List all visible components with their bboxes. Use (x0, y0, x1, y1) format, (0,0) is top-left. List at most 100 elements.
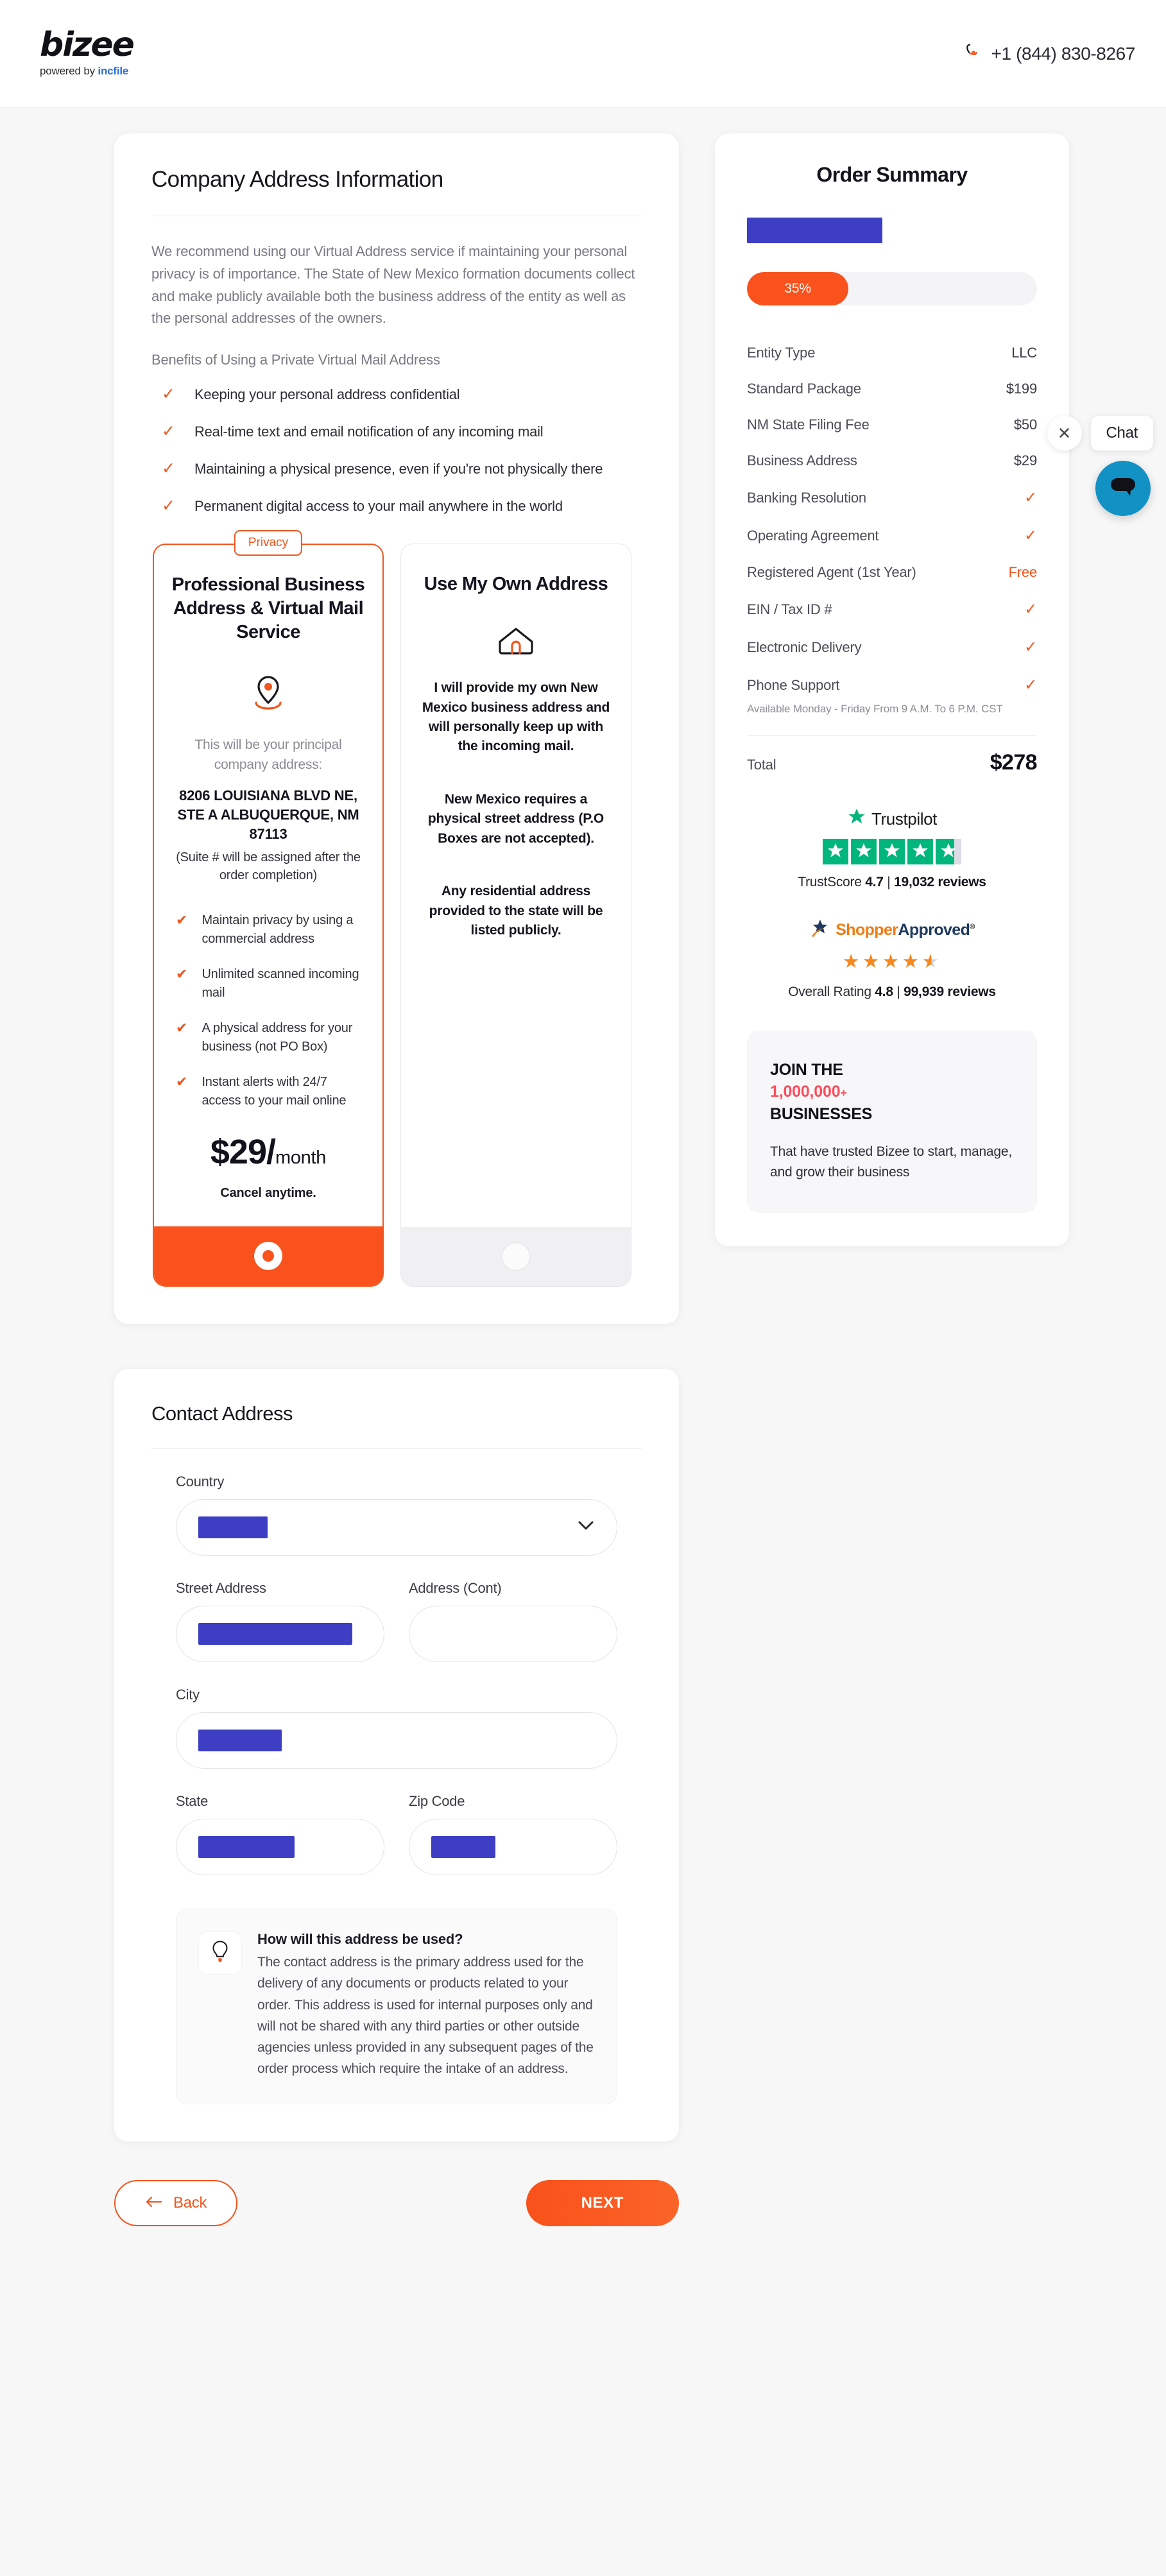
chat-icon (1108, 474, 1138, 503)
zip-code-field: Zip Code (409, 1793, 617, 1876)
contact-address-card: Contact Address Country Street Address A… (114, 1369, 679, 2142)
total-label: Total (747, 756, 776, 773)
order-progress-bar: 35% (747, 272, 1037, 305)
contact-form: Country Street Address Address (Cont) Ci… (151, 1473, 642, 1900)
contact-address-title: Contact Address (151, 1402, 293, 1425)
list-item: ✔ A physical address for your business (… (171, 1019, 366, 1056)
order-total: Total $278 (747, 750, 1038, 775)
join-line-2-plus: + (840, 1086, 847, 1100)
address-cont-input[interactable] (409, 1606, 617, 1663)
trustscore-value: 4.7 (865, 874, 884, 889)
shopper-approved-name: ShopperApproved® (836, 921, 975, 940)
benefit-text: Permanent digital access to your mail an… (194, 498, 563, 514)
join-line-1: JOIN THE (770, 1060, 843, 1079)
city-input[interactable] (176, 1712, 617, 1769)
country-select[interactable] (176, 1499, 617, 1556)
chat-bubble-button[interactable] (1095, 461, 1151, 516)
feature-text: Maintain privacy by using a commercial a… (201, 913, 354, 947)
overall-rating-value: 4.8 (875, 984, 893, 999)
check-icon: ✔ (176, 912, 188, 929)
address-usage-info-box: How will this address be used? The conta… (176, 1909, 617, 2105)
table-row: EIN / Tax ID # ✓ (747, 590, 1037, 628)
table-row: Registered Agent (1st Year) Free (747, 554, 1037, 590)
zip-code-input[interactable] (409, 1819, 617, 1876)
option-virtual-select-footer[interactable] (154, 1226, 382, 1286)
chat-label-button[interactable]: Chat (1090, 416, 1153, 451)
option-virtual-cancel-note: Cancel anytime. (220, 1186, 316, 1201)
table-row: Entity Type LLC (747, 335, 1037, 371)
info-body: The contact address is the primary addre… (257, 1955, 594, 2077)
summary-label: Registered Agent (1st Year) (747, 564, 916, 580)
street-address-value-redacted (198, 1623, 352, 1645)
header-phone[interactable]: +1 (844) 830-8267 (963, 42, 1135, 65)
option-virtual-features: ✔ Maintain privacy by using a commercial… (171, 911, 366, 1110)
check-icon: ✓ (1024, 601, 1037, 618)
order-progress-label: 35% (784, 281, 811, 296)
order-summary-card: Order Summary 35% Entity Type LLC Standa… (715, 133, 1069, 1247)
benefit-text: Maintaining a physical presence, even if… (194, 461, 603, 477)
intro-paragraph: We recommend using our Virtual Address s… (151, 243, 635, 327)
shopper-name-part2: Approved (898, 920, 970, 939)
option-own-address[interactable]: Use My Own Address I will provide my own… (400, 544, 631, 1287)
bizee-logo[interactable]: bizee powered by incfile (40, 25, 135, 78)
country-field: Country (176, 1473, 617, 1556)
check-icon: ✓ (162, 459, 175, 477)
logo-tagline: powered by incfile (40, 65, 128, 78)
company-address-card: Company Address Information We recommend… (114, 133, 679, 1325)
summary-value: Free (1008, 564, 1038, 580)
registered-mark-icon: ® (970, 923, 975, 931)
benefit-text: Keeping your personal address confidenti… (194, 386, 460, 402)
address-cont-label: Address (Cont) (409, 1580, 502, 1597)
state-input[interactable] (176, 1819, 384, 1876)
star-icon (879, 838, 905, 864)
table-row: Banking Resolution ✓ (747, 479, 1037, 517)
state-field: State (176, 1793, 384, 1876)
site-header: bizee powered by incfile +1 (844) 830-82… (0, 0, 1166, 108)
feature-text: A physical address for your business (no… (201, 1021, 353, 1054)
logo-wordmark: bizee (40, 25, 135, 64)
back-button[interactable]: Back (114, 2180, 238, 2227)
close-icon[interactable]: ✕ (1047, 416, 1082, 451)
summary-label: NM State Filing Fee (747, 416, 870, 433)
table-row: Electronic Delivery ✓ (747, 628, 1037, 666)
option-own-body: Use My Own Address I will provide my own… (401, 544, 631, 1201)
radio-selected-icon[interactable] (254, 1242, 282, 1271)
check-icon: ✔ (176, 1020, 188, 1036)
city-label: City (176, 1687, 200, 1703)
state-zip-row: State Zip Code (176, 1793, 617, 1900)
star-icon (823, 838, 848, 864)
list-item: ✔ Maintain privacy by using a commercial… (171, 911, 366, 949)
shopper-approved-rating: Overall Rating 4.8 | 99,939 reviews (747, 984, 1037, 1000)
map-pin-icon (171, 673, 366, 715)
state-label: State (176, 1793, 209, 1810)
check-icon: ✓ (1024, 676, 1037, 694)
shopper-approved-block: ShopperApproved® ★★★★★ Overall Rating 4.… (747, 918, 1037, 1000)
table-row: Phone Support ✓ (747, 666, 1037, 704)
radio-unselected-icon[interactable] (502, 1242, 530, 1271)
check-icon: ✓ (1024, 527, 1037, 544)
chat-widget-top: ✕ Chat (1047, 416, 1153, 451)
trustscore-divider: | (883, 874, 895, 889)
chat-widget: ✕ Chat (1047, 416, 1153, 516)
trustpilot-block: Trustpilot TrustScore 4.7 | 19,032 revie… (747, 808, 1037, 890)
street-address-input[interactable] (176, 1606, 384, 1663)
option-virtual-body: Professional Business Address & Virtual … (154, 545, 382, 1201)
join-heading: JOIN THE 1,000,000+ BUSINESSES (770, 1059, 1014, 1126)
table-row: Business Address $29 (747, 443, 1037, 479)
street-row: Street Address Address (Cont) (176, 1580, 617, 1687)
list-item: ✓ Maintaining a physical presence, even … (151, 458, 642, 479)
trustpilot-name: Trustpilot (871, 809, 937, 829)
chevron-down-icon[interactable] (578, 1521, 594, 1534)
top-row: Company Address Information We recommend… (0, 108, 1166, 1325)
country-value-redacted (198, 1516, 268, 1539)
table-row: Operating Agreement ✓ (747, 517, 1037, 554)
summary-label: Phone Support (747, 676, 840, 693)
option-own-select-footer[interactable] (401, 1227, 631, 1287)
page-title: Company Address Information (151, 167, 443, 192)
shopper-approved-logo: ShopperApproved® (747, 918, 1037, 942)
street-address-label: Street Address (176, 1580, 266, 1597)
next-button[interactable]: NEXT (526, 2180, 679, 2227)
summary-value: $29 (1013, 452, 1037, 468)
option-virtual-address: 8206 LOUISIANA BLVD NE, STE A ALBUQUERQU… (177, 787, 359, 842)
option-virtual-mail[interactable]: Privacy Professional Business Address & … (153, 530, 384, 1287)
